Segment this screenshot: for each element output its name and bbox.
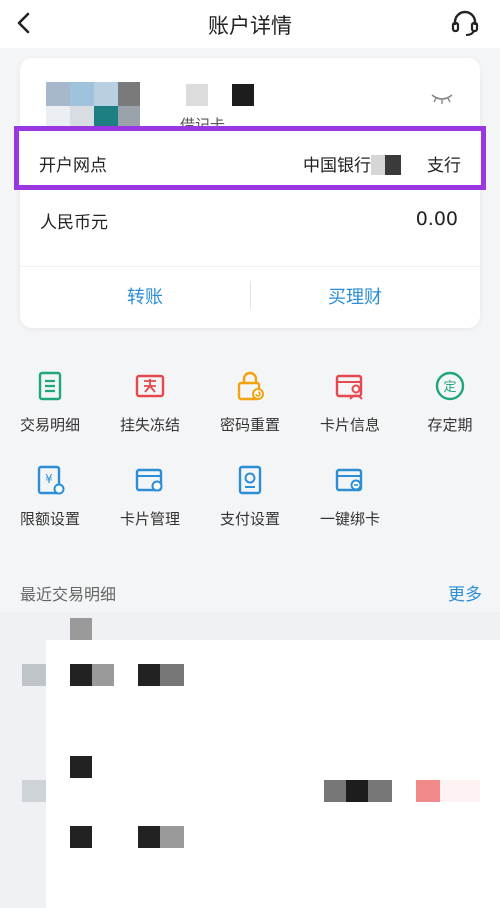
customer-service-button[interactable] xyxy=(450,8,480,38)
service-report-loss[interactable]: 挂失冻结 xyxy=(100,370,200,450)
service-label: 卡片信息 xyxy=(319,416,380,434)
payment-settings-icon xyxy=(238,465,262,495)
svg-text:定: 定 xyxy=(443,380,456,395)
service-label: 挂失冻结 xyxy=(119,416,180,434)
card-name-mosaic xyxy=(186,84,256,106)
transaction-list-icon xyxy=(38,371,62,401)
account-card: 借记卡 人民币元 0.00 转账 买理财 xyxy=(20,58,480,328)
recent-transactions-title: 最近交易明细 xyxy=(20,585,117,604)
transaction-list xyxy=(0,612,500,908)
balance-value: 0.00 xyxy=(415,208,458,230)
branch-value: 中国银行 支行 xyxy=(303,151,461,176)
branch-prefix: 中国银行 xyxy=(303,156,371,176)
service-label: 存定期 xyxy=(427,416,473,434)
header-bar: 账户详情 xyxy=(0,0,500,48)
card-settings-icon xyxy=(135,468,163,492)
service-transaction-details[interactable]: 交易明细 xyxy=(0,370,100,450)
headset-icon xyxy=(451,10,479,36)
service-label: 交易明细 xyxy=(19,416,80,434)
service-password-reset[interactable]: 密码重置 xyxy=(200,370,300,450)
more-link[interactable]: 更多 xyxy=(448,580,482,605)
service-bind-card[interactable]: 一键绑卡 xyxy=(300,464,400,544)
report-loss-icon xyxy=(135,374,165,398)
transfer-button[interactable]: 转账 xyxy=(45,283,245,309)
branch-label: 开户网点 xyxy=(39,156,107,176)
card-actions: 转账 买理财 xyxy=(20,266,480,322)
toggle-balance-visibility-button[interactable] xyxy=(430,90,454,104)
branch-name-mosaic xyxy=(371,153,427,175)
lock-reset-icon xyxy=(237,371,264,401)
transaction-panel xyxy=(46,640,500,908)
limit-settings-icon: ¥ xyxy=(37,465,65,495)
currency-label: 人民币元 xyxy=(40,213,108,233)
service-fixed-deposit[interactable]: 定 存定期 xyxy=(400,370,500,450)
svg-text:¥: ¥ xyxy=(45,472,53,486)
card-header: 借记卡 xyxy=(20,58,480,134)
service-card-management[interactable]: 卡片管理 xyxy=(100,464,200,544)
page-title: 账户详情 xyxy=(208,14,292,38)
fixed-deposit-icon: 定 xyxy=(435,371,465,401)
eye-closed-icon xyxy=(431,94,453,104)
card-number-mosaic xyxy=(46,82,140,130)
branch-suffix: 支行 xyxy=(427,156,461,176)
balance-row: 人民币元 0.00 xyxy=(20,198,480,242)
buy-wealth-button[interactable]: 买理财 xyxy=(255,283,455,309)
service-label: 一键绑卡 xyxy=(319,510,380,528)
service-limit-settings[interactable]: ¥ 限额设置 xyxy=(0,464,100,544)
divider xyxy=(250,281,251,309)
service-payment-settings[interactable]: 支付设置 xyxy=(200,464,300,544)
branch-row-highlight: 开户网点 中国银行 支行 xyxy=(14,126,486,190)
card-user-icon xyxy=(335,374,363,400)
service-card-info[interactable]: 卡片信息 xyxy=(300,370,400,450)
service-label: 支付设置 xyxy=(219,510,280,528)
transaction-row-mosaic xyxy=(46,640,500,908)
service-label: 卡片管理 xyxy=(119,510,180,528)
service-label: 密码重置 xyxy=(219,416,280,434)
service-label: 限额设置 xyxy=(19,510,80,528)
bind-card-icon xyxy=(335,468,363,492)
